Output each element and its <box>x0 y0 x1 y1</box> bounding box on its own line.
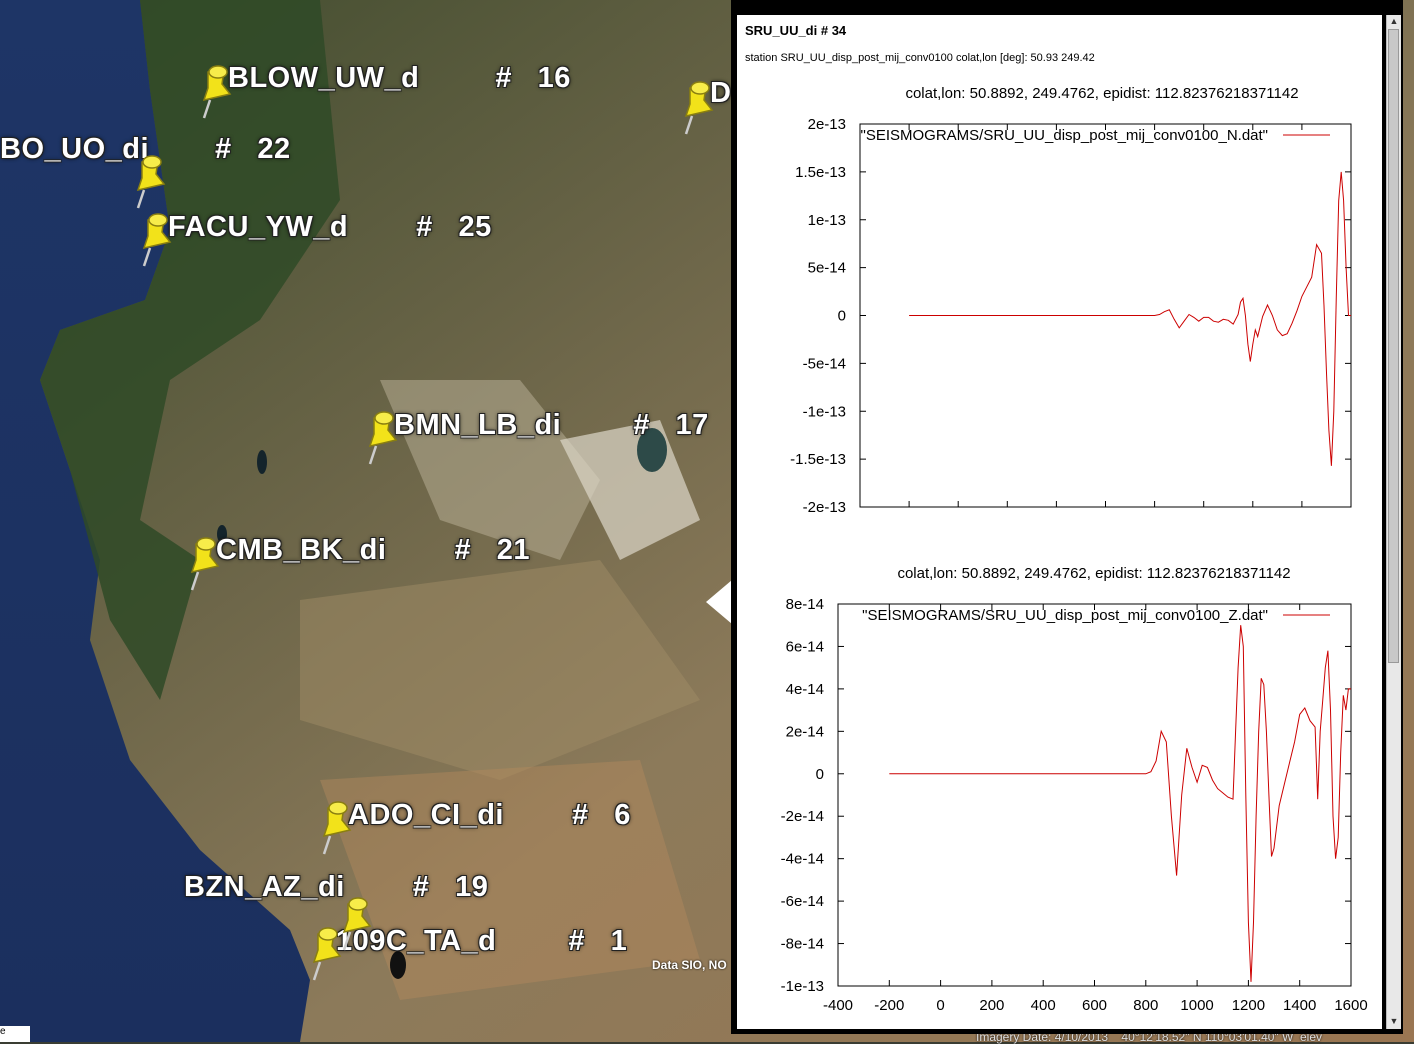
x-tick-label: 1000 <box>1180 997 1213 1011</box>
series-line <box>909 171 1351 466</box>
y-tick-label: 6e-14 <box>786 638 824 655</box>
y-tick-label: -6e-14 <box>781 893 824 910</box>
marker-number: # 25 <box>416 211 492 243</box>
marker-number: # 16 <box>495 62 571 94</box>
y-tick-label: 5e-14 <box>808 260 846 277</box>
y-tick-label: 0 <box>816 766 824 783</box>
marker-name: ADO_CI_di <box>348 799 504 831</box>
x-tick-label: 200 <box>995 518 1020 521</box>
x-tick-label: 1200 <box>1236 518 1269 521</box>
y-tick-label: 0 <box>838 308 846 325</box>
x-tick-label: -400 <box>823 997 853 1011</box>
x-tick-label: 0 <box>936 997 944 1011</box>
series-line <box>889 625 1351 982</box>
y-tick-label: -1e-13 <box>781 978 824 995</box>
pushpin-icon[interactable] <box>184 536 224 592</box>
y-tick-label: 2e-14 <box>786 723 824 740</box>
x-tick-label: -200 <box>894 518 924 521</box>
marker-name: FACU_YW_d <box>168 211 349 243</box>
y-tick-label: 8e-14 <box>786 596 824 613</box>
marker-label-cmb[interactable]: CMB_BK_di # 21 <box>216 534 530 567</box>
x-tick-label: 600 <box>1082 997 1107 1011</box>
marker-number: # 6 <box>571 799 631 831</box>
pushpin-icon[interactable] <box>362 410 402 466</box>
scroll-down-icon[interactable]: ▼ <box>1387 1015 1401 1028</box>
marker-name: BZN_AZ_di <box>184 871 345 903</box>
legend-label: "SEISMOGRAMS/SRU_UU_disp_post_mij_conv01… <box>861 127 1269 144</box>
marker-label-blow[interactable]: BLOW_UW_d # 16 <box>228 62 571 95</box>
pushpin-icon[interactable] <box>136 212 176 268</box>
x-tick-label: 800 <box>1133 997 1158 1011</box>
marker-number: # 22 <box>215 133 291 165</box>
marker-number: # 1 <box>568 925 628 957</box>
legend-label: "SEISMOGRAMS/SRU_UU_disp_post_mij_conv01… <box>862 607 1268 624</box>
popup-title: SRU_UU_di # 34 <box>745 23 847 38</box>
y-tick-label: 2e-13 <box>808 116 846 133</box>
x-tick-label: 400 <box>1031 997 1056 1011</box>
popup-content: SRU_UU_di # 34 station SRU_UU_disp_post_… <box>737 15 1382 1029</box>
y-tick-label: -2e-14 <box>781 808 824 825</box>
seismogram-plot-z: colat,lon: 50.8892, 249.4762, epidist: 1… <box>781 565 1368 1011</box>
x-tick-label: -400 <box>845 518 875 521</box>
x-tick-label: 0 <box>954 518 962 521</box>
axis-ticks: -400 -200 0 200 400 600 800 1000 1200 1400 1600 -2e… <box>790 116 1368 521</box>
marker-number: # 19 <box>412 871 489 903</box>
marker-label-bmn[interactable]: BMN_LB_di # 17 <box>394 409 709 442</box>
pushpin-icon[interactable] <box>316 800 356 856</box>
marker-number: # 21 <box>454 534 531 566</box>
x-tick-label: 1400 <box>1283 997 1316 1011</box>
y-tick-label: 1e-13 <box>808 212 846 229</box>
marker-number: # 17 <box>633 409 709 441</box>
x-tick-label: 200 <box>979 997 1004 1011</box>
pushpin-icon[interactable] <box>306 926 346 982</box>
x-tick-label: 1200 <box>1232 997 1265 1011</box>
station-popup-window[interactable]: SRU_UU_di # 34 station SRU_UU_disp_post_… <box>731 0 1403 1034</box>
balloon-pointer <box>706 580 732 624</box>
x-tick-label: 1600 <box>1334 997 1367 1011</box>
x-tick-label: 1600 <box>1334 518 1367 521</box>
y-tick-label: -2e-13 <box>803 499 846 516</box>
x-tick-label: 800 <box>1142 518 1167 521</box>
marker-name: CMB_BK_di <box>216 534 387 566</box>
x-tick-label: 400 <box>1044 518 1069 521</box>
marker-label-facu[interactable]: FACU_YW_d # 25 <box>168 211 492 244</box>
y-tick-label: -8e-14 <box>781 936 824 953</box>
marker-name: BO_UO_di <box>0 133 150 165</box>
x-tick-label: 600 <box>1093 518 1118 521</box>
marker-name: BMN_LB_di <box>394 409 562 441</box>
y-tick-label: 4e-14 <box>786 681 824 698</box>
pushpin-icon[interactable] <box>196 64 236 120</box>
y-tick-label: -4e-14 <box>781 851 824 868</box>
marker-label-109c[interactable]: 109C_TA_d # 1 <box>336 925 627 958</box>
pushpin-icon[interactable] <box>678 80 718 136</box>
x-tick-label: 1000 <box>1187 518 1220 521</box>
marker-label-ado[interactable]: ADO_CI_di # 6 <box>348 799 631 832</box>
x-tick-label: -200 <box>874 997 904 1011</box>
y-tick-label: 1.5e-13 <box>795 164 846 181</box>
chart-title: colat,lon: 50.8892, 249.4762, epidist: 1… <box>905 85 1298 102</box>
popup-scrollbar[interactable]: ▲ ▼ <box>1386 15 1401 1029</box>
pushpin-icon[interactable] <box>130 154 170 210</box>
y-tick-label: -5e-14 <box>803 355 846 372</box>
marker-name: BLOW_UW_d <box>228 62 420 94</box>
scroll-up-icon[interactable]: ▲ <box>1387 15 1401 28</box>
x-tick-label: 1400 <box>1285 518 1318 521</box>
map-data-credit: Data SIO, NO <box>652 958 727 972</box>
y-tick-label: -1e-13 <box>803 403 846 420</box>
seismogram-plot-n: colat,lon: 50.8892, 249.4762, epidist: 1… <box>790 85 1368 521</box>
map-corner-box: e <box>0 1026 30 1042</box>
plot-frame <box>837 603 1352 987</box>
chart-title: colat,lon: 50.8892, 249.4762, epidist: 1… <box>897 565 1290 582</box>
popup-subtitle: station SRU_UU_disp_post_mij_conv0100 co… <box>745 52 1095 64</box>
scrollbar-thumb[interactable] <box>1388 29 1399 663</box>
y-tick-label: -1.5e-13 <box>790 451 846 468</box>
